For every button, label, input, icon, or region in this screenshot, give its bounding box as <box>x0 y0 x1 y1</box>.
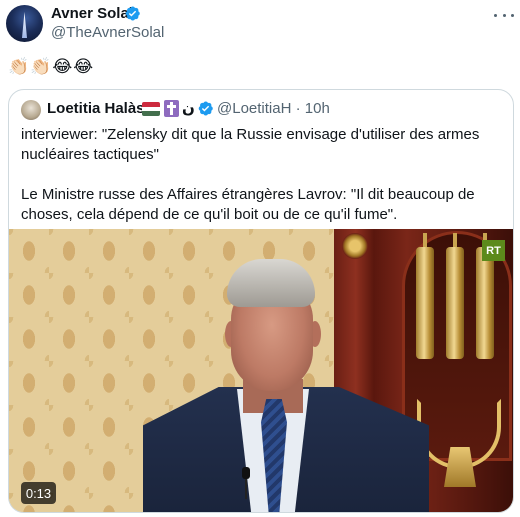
latin-cross-icon <box>164 100 179 117</box>
tweet-text: 👏🏻👏🏻😂😂 <box>8 57 95 77</box>
quoted-tweet[interactable]: Loetitia Halàsz ن @LoetitiaH · 10h inter… <box>8 89 514 513</box>
author-name[interactable]: Avner Solal <box>51 5 133 22</box>
quote-text: interviewer: "Zelensky dit que la Russie… <box>21 125 505 245</box>
quote-author-avatar[interactable] <box>21 100 41 120</box>
verified-badge-icon <box>125 6 140 21</box>
quote-name-suffix: ن <box>182 99 195 117</box>
author-handle[interactable]: @TheAvnerSolal <box>51 24 164 41</box>
hungary-flag-icon <box>142 102 160 116</box>
video-speaker <box>139 259 439 512</box>
more-dots-icon[interactable] <box>494 7 514 23</box>
verified-badge-icon <box>198 101 213 116</box>
microphone-icon <box>242 467 250 499</box>
quote-paragraph: interviewer: "Zelensky dit que la Russie… <box>21 126 480 163</box>
quote-author-handle[interactable]: @LoetitiaH · 10h <box>217 100 330 117</box>
quote-author-name[interactable]: Loetitia Halàsz <box>47 100 152 117</box>
channel-logo: RT <box>482 240 505 261</box>
video-duration: 0:13 <box>21 482 56 504</box>
quote-paragraph: Le Ministre russe des Affaires étrangère… <box>21 186 475 223</box>
video-player[interactable]: RT 0:13 <box>9 229 513 512</box>
author-avatar[interactable] <box>6 5 43 42</box>
